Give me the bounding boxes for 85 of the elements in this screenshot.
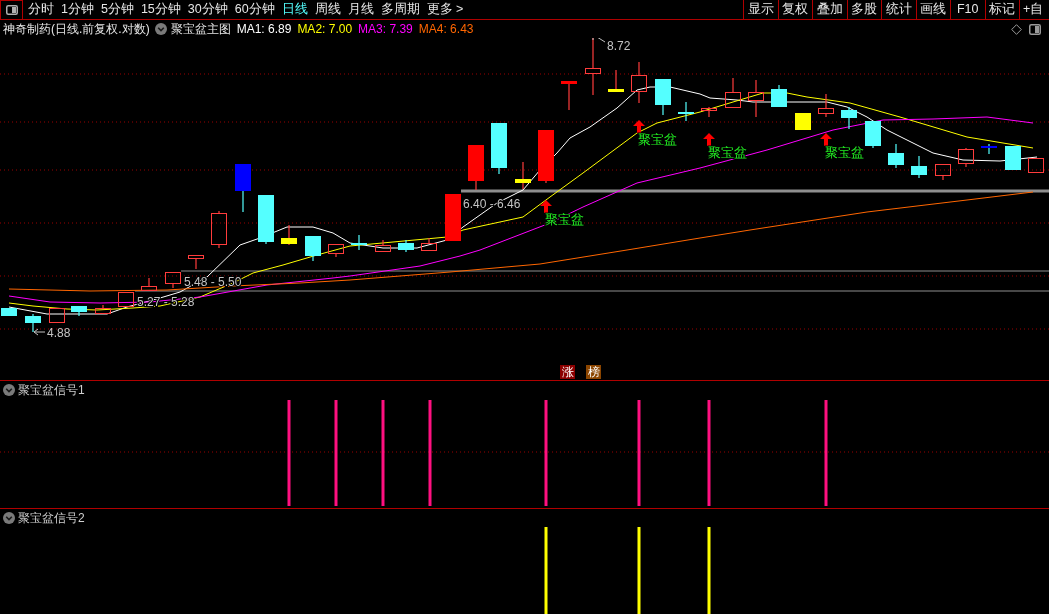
candlestick [841, 106, 857, 130]
candlestick [1005, 146, 1021, 170]
signal-label: 聚宝盆 [638, 132, 677, 147]
candlestick [1028, 158, 1044, 173]
period-tab[interactable]: 1分钟 [61, 0, 94, 19]
candlestick [655, 79, 671, 116]
panel-icon [5, 5, 18, 15]
candlestick [421, 237, 437, 251]
panel-title: 聚宝盆信号1 [18, 381, 85, 399]
price-label: 4.88 [47, 326, 71, 340]
candlestick [351, 234, 367, 251]
badge[interactable]: 榜 [586, 365, 601, 379]
candlestick [771, 84, 787, 107]
candlestick [935, 164, 951, 181]
period-tab[interactable]: 月线 [347, 0, 374, 19]
badge[interactable]: 涨 [560, 365, 575, 379]
candlestick [795, 113, 811, 130]
candlestick [748, 79, 764, 118]
candlestick [608, 69, 624, 92]
candlestick [1, 308, 17, 316]
candlestick [818, 93, 834, 118]
candlestick [958, 147, 974, 168]
up-arrow-icon [820, 133, 832, 146]
candlestick [95, 304, 111, 314]
candlestick [328, 244, 344, 258]
candlestick [981, 143, 997, 155]
candlestick [701, 106, 717, 118]
period-tab[interactable]: 分时 [28, 0, 54, 19]
candlestick [888, 143, 904, 169]
candlestick [375, 239, 391, 252]
period-tab[interactable]: 多周期 [380, 0, 420, 19]
candlestick [165, 272, 181, 289]
candlestick [25, 313, 41, 333]
period-tab[interactable]: 60分钟 [234, 0, 275, 19]
period-tab[interactable]: 15分钟 [140, 0, 181, 19]
candlestick [865, 121, 881, 149]
candlestick [211, 210, 227, 249]
candlestick [71, 306, 87, 317]
period-tab[interactable]: 日线 [281, 0, 308, 19]
up-arrow-icon [540, 200, 552, 213]
price-label: 8.72 [607, 39, 631, 53]
panel-icon[interactable] [1029, 23, 1041, 35]
candlestick [398, 239, 414, 253]
collapse-icon[interactable] [3, 512, 15, 524]
up-arrow-icon [703, 133, 715, 146]
candlestick [631, 61, 647, 104]
candlestick [305, 236, 321, 262]
diamond-icon[interactable] [1011, 23, 1022, 35]
candlestick [678, 101, 694, 122]
candlestick [188, 255, 204, 270]
candlestick [118, 292, 134, 307]
moving-average-value: MA2: 7.00 [297, 22, 353, 36]
panel-title: 聚宝盆信号2 [18, 509, 85, 527]
candlestick [585, 38, 601, 96]
candlestick [491, 123, 507, 175]
signal-label: 聚宝盆 [708, 145, 747, 160]
leader-arrow [33, 328, 46, 336]
moving-average-value: MA4: 6.43 [418, 22, 474, 36]
period-tab[interactable]: 周线 [314, 0, 341, 19]
candlestick [515, 161, 531, 190]
collapse-icon[interactable] [3, 384, 15, 396]
candlestick [235, 164, 251, 213]
candlestick [911, 155, 927, 179]
indicator-name: 聚宝盆主图 [170, 20, 231, 38]
candlestick [561, 81, 577, 111]
candlestick [141, 277, 157, 291]
candlestick [281, 224, 297, 246]
stock-title: 神奇制药(日线.前复权.对数) [3, 20, 150, 38]
moving-average-value: MA3: 7.39 [358, 22, 413, 36]
candlestick [725, 77, 741, 108]
candlestick [445, 194, 461, 241]
dropdown-icon[interactable] [154, 23, 167, 35]
period-tab[interactable]: 30分钟 [187, 0, 228, 19]
leader-line [592, 38, 606, 43]
moving-average-value: MA1: 6.89 [236, 22, 292, 36]
candlestick [538, 130, 554, 184]
candlestick [49, 308, 65, 323]
layout-button[interactable] [0, 0, 23, 19]
candlestick [258, 195, 274, 245]
period-tab[interactable]: 5分钟 [100, 0, 134, 19]
candlestick [468, 145, 484, 191]
period-tab[interactable]: 更多 > [426, 0, 464, 19]
price-range-label: 6.40 - 6.46 [463, 197, 521, 211]
signal-label: 聚宝盆 [825, 145, 864, 160]
up-arrow-icon [633, 120, 645, 133]
